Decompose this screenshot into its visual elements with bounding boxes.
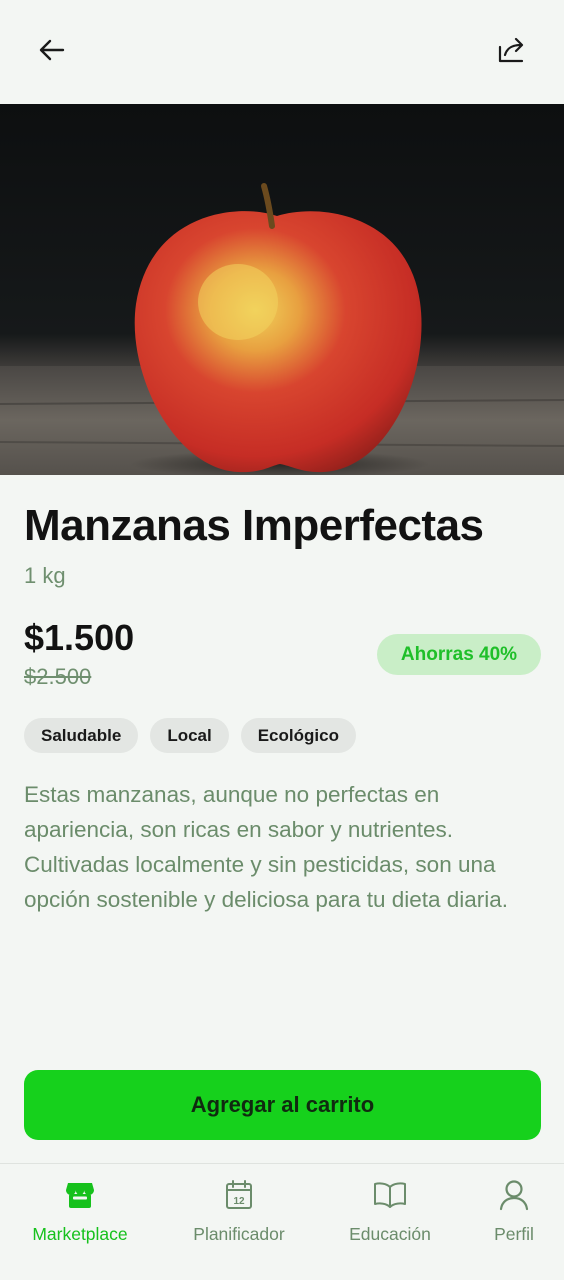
- nav-item-perfil[interactable]: Perfil: [474, 1164, 554, 1264]
- arrow-left-icon: [37, 35, 67, 70]
- calendar-icon: 12: [224, 1178, 254, 1212]
- back-button[interactable]: [28, 28, 76, 76]
- user-icon: [499, 1178, 529, 1212]
- original-price: $2.500: [24, 664, 92, 689]
- nav-label: Marketplace: [32, 1224, 128, 1244]
- share-button[interactable]: [488, 28, 536, 76]
- nav-label: Perfil: [494, 1224, 534, 1244]
- add-to-cart-button[interactable]: Agregar al carrito: [24, 1070, 541, 1140]
- bottom-nav: Marketplace 12 Planificador Educación Pe…: [0, 1163, 564, 1280]
- tag-list: Saludable Local Ecológico: [24, 718, 356, 753]
- store-icon: [65, 1178, 95, 1212]
- top-bar: [0, 0, 564, 104]
- tag-chip: Local: [150, 718, 229, 753]
- calendar-day: 12: [233, 1196, 245, 1207]
- tag-chip: Saludable: [24, 718, 139, 753]
- product-weight: 1 kg: [24, 563, 66, 588]
- nav-label: Educación: [349, 1224, 431, 1244]
- nav-label: Planificador: [193, 1224, 285, 1244]
- apple-illustration: [0, 183, 564, 475]
- product-price: $1.500: [24, 617, 135, 658]
- share-icon: [496, 34, 528, 71]
- book-icon: [373, 1178, 407, 1212]
- nav-item-marketplace[interactable]: Marketplace: [30, 1164, 130, 1264]
- product-title: Manzanas Imperfectas: [24, 501, 484, 550]
- product-image: [0, 104, 564, 475]
- savings-badge: Ahorras 40%: [377, 634, 541, 675]
- nav-item-planificador[interactable]: 12 Planificador: [189, 1164, 289, 1264]
- nav-item-educacion[interactable]: Educación: [340, 1164, 440, 1264]
- product-description: Estas manzanas, aunque no perfectas en a…: [24, 782, 509, 912]
- tag-chip: Ecológico: [240, 718, 356, 753]
